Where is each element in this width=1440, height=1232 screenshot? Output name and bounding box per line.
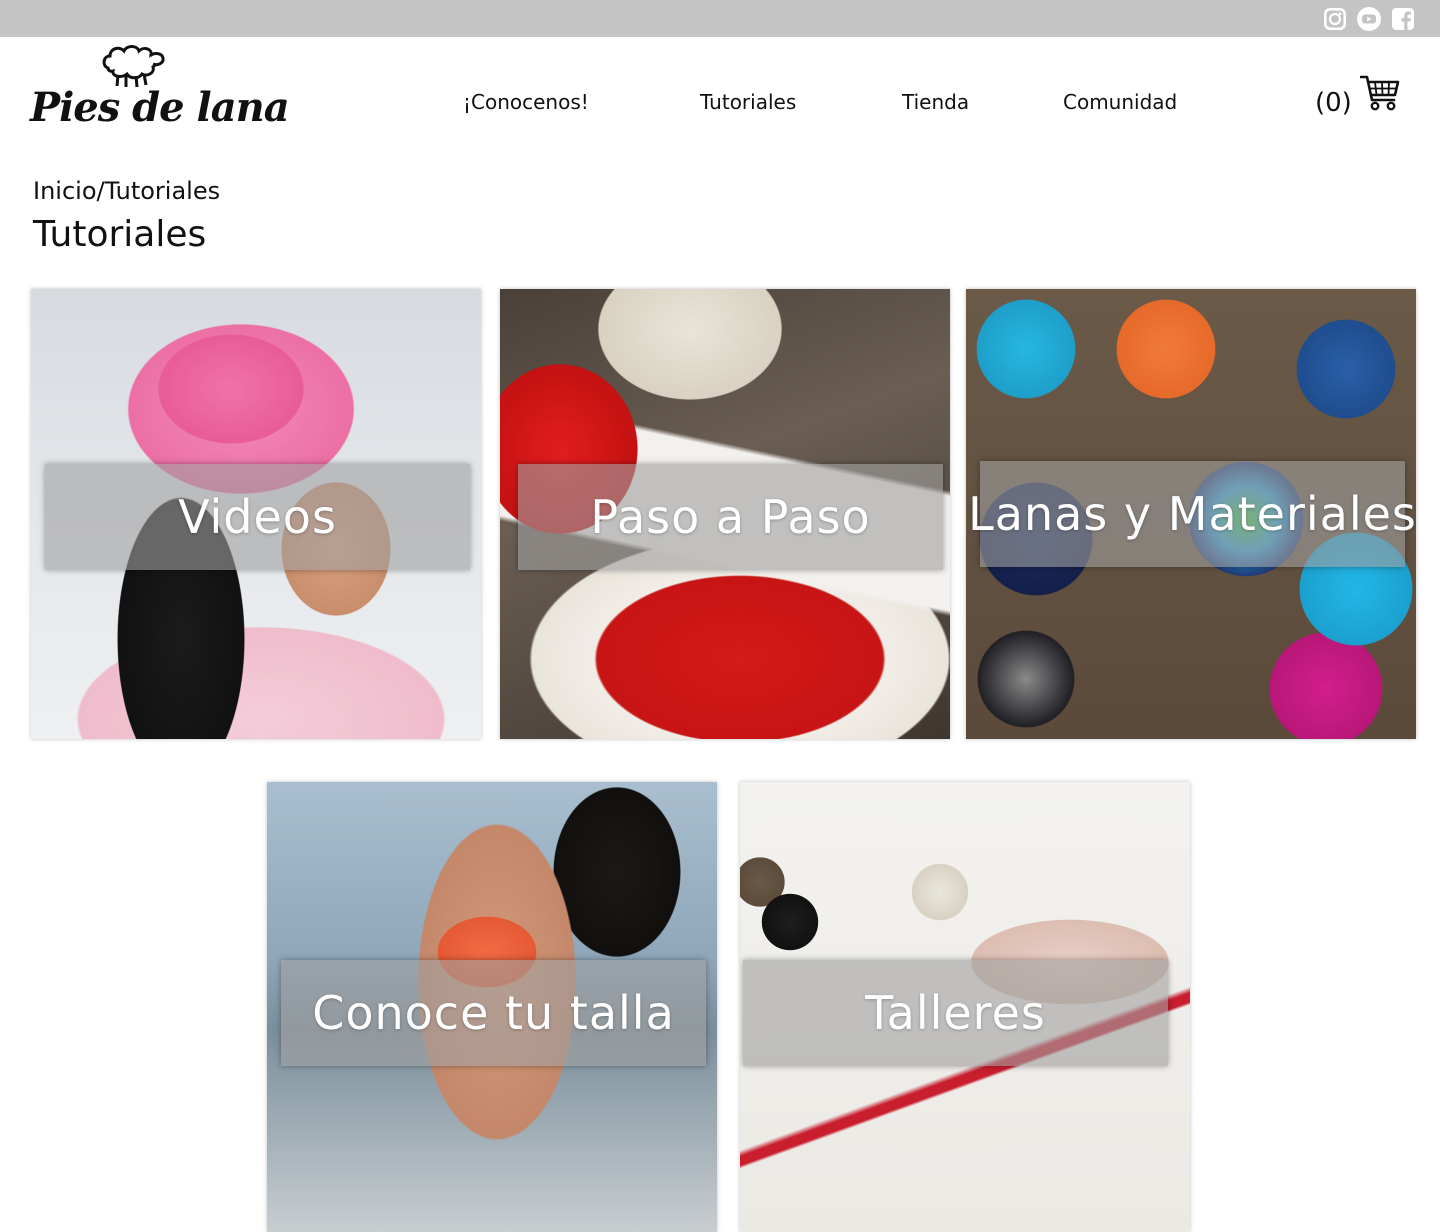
card-videos[interactable]: Videos bbox=[31, 289, 481, 739]
card-label-box: Talleres bbox=[743, 960, 1168, 1066]
card-conoce-tu-talla[interactable]: Conoce tu talla bbox=[267, 782, 717, 1232]
nav-item-tienda[interactable]: Tienda bbox=[902, 90, 969, 114]
card-label: Paso a Paso bbox=[590, 490, 871, 544]
nav-item-conocenos[interactable]: ¡Conocenos! bbox=[463, 90, 589, 114]
sheep-icon bbox=[102, 45, 165, 88]
instagram-icon[interactable] bbox=[1322, 6, 1348, 32]
card-label: Lanas y Materiales bbox=[968, 487, 1416, 541]
card-label: Talleres bbox=[865, 986, 1046, 1040]
page-title: Tutoriales bbox=[33, 214, 207, 255]
logo-text: Pies de lana bbox=[30, 84, 290, 131]
nav-item-comunidad[interactable]: Comunidad bbox=[1063, 90, 1177, 114]
card-label-box: Paso a Paso bbox=[518, 464, 943, 570]
brand-logo[interactable]: Pies de lana bbox=[30, 42, 290, 142]
card-paso-a-paso[interactable]: Paso a Paso bbox=[500, 289, 950, 739]
youtube-icon[interactable] bbox=[1356, 6, 1382, 32]
social-links bbox=[1322, 6, 1416, 32]
card-lanas-y-materiales[interactable]: Lanas y Materiales bbox=[966, 289, 1416, 739]
cart-count[interactable]: (0) bbox=[1315, 88, 1352, 118]
breadcrumb[interactable]: Inicio/Tutoriales bbox=[33, 177, 220, 205]
card-label-box: Videos bbox=[45, 464, 470, 570]
card-label-box: Conoce tu talla bbox=[281, 960, 706, 1066]
card-label: Conoce tu talla bbox=[312, 986, 675, 1040]
top-bar bbox=[0, 0, 1440, 37]
card-label: Videos bbox=[178, 490, 337, 544]
card-talleres[interactable]: Talleres bbox=[740, 782, 1190, 1232]
facebook-icon[interactable] bbox=[1390, 6, 1416, 32]
card-label-box: Lanas y Materiales bbox=[968, 461, 1416, 567]
nav-item-tutoriales[interactable]: Tutoriales bbox=[700, 90, 796, 114]
cart-icon[interactable] bbox=[1360, 74, 1400, 112]
